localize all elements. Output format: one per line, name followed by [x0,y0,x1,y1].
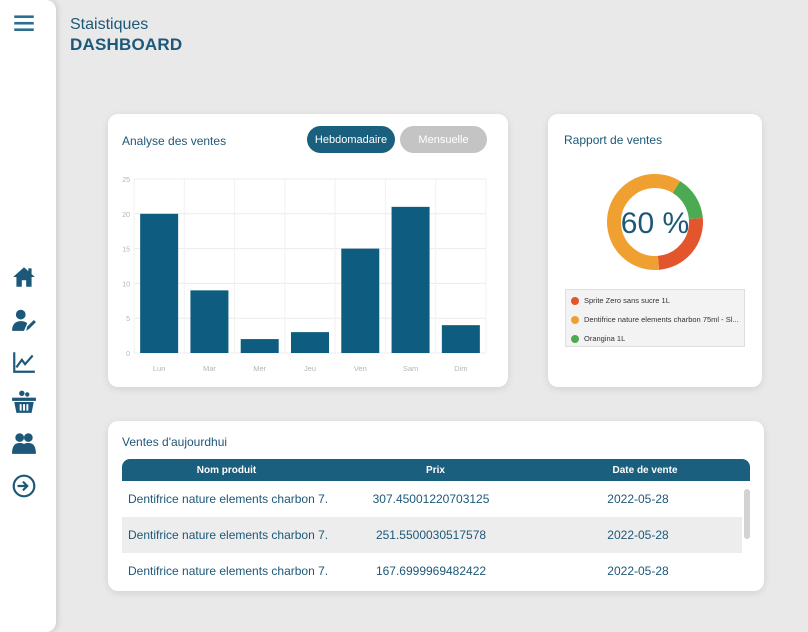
sidebar [0,0,56,632]
today-sales-title: Ventes d'aujourdhui [122,435,228,449]
sales-bar-chart: 0 5 10 15 20 25 Lun Mar Mer Jeu Ven Sam Dim [122,177,487,373]
home-icon[interactable] [9,262,39,292]
chart-line-icon[interactable] [9,347,39,377]
x-tick-label: Lun [153,364,166,373]
column-header-product[interactable]: Nom produit [122,459,331,481]
legend-label: Orangina 1L [584,334,626,343]
bar[interactable] [441,325,480,353]
today-sales-table: Dentifrice nature elements charbon 7... … [122,481,742,589]
column-header-price[interactable]: Prix [331,459,540,481]
cell-date: 2022-05-28 [607,528,669,542]
legend-dot [571,334,579,343]
x-tick-label: Mer [253,364,266,373]
legend-dot [571,296,579,305]
menu-icon[interactable] [9,8,39,38]
table-scrollbar[interactable] [744,489,750,539]
y-tick-label: 5 [126,316,130,323]
table-row[interactable]: Dentifrice nature elements charbon 7... … [122,553,742,589]
x-tick-label: Dim [454,364,467,373]
users-icon[interactable] [9,428,39,458]
cell-price: 167.6999969482422 [375,564,487,578]
y-tick-label: 15 [122,247,130,254]
logout-icon[interactable] [9,471,39,501]
bar[interactable] [341,248,380,353]
donut-center-label: 60 % [621,207,689,240]
cell-price: 307.45001220703125 [372,492,490,506]
bar[interactable] [291,332,329,353]
bar[interactable] [140,213,179,353]
x-tick-label: Ven [354,364,367,373]
bar[interactable] [240,339,279,353]
y-tick-label: 10 [122,281,130,288]
cell-date: 2022-05-28 [607,492,669,506]
basket-icon[interactable] [9,387,39,417]
donut-legend: Sprite Zero sans sucre 1L Dentifrice natu… [565,289,745,347]
column-header-date[interactable]: Date de vente [540,459,750,481]
table-row[interactable]: Dentifrice nature elements charbon 7... … [122,517,742,553]
page-header: Staistiques DASHBOARD [70,16,182,55]
x-tick-label: Mar [203,364,216,373]
bar[interactable] [391,206,430,353]
cell-price: 251.5500030517578 [375,528,487,542]
sales-report-card: Rapport de ventes 60 % Sprite Zero sans … [548,114,762,387]
cell-product: Dentifrice nature elements charbon 7... [128,564,328,578]
user-edit-icon[interactable] [9,305,39,335]
cell-product: Dentifrice nature elements charbon 7... [128,492,328,506]
today-sales-card: Ventes d'aujourdhui Nom produit Prix Dat… [108,421,764,591]
sales-analysis-card: Analyse des ventes Hebdomadaire Mensuell… [108,114,508,387]
sales-report-title: Rapport de ventes [564,133,663,147]
page-subtitle: Staistiques [70,16,149,33]
y-tick-label: 20 [122,212,130,219]
legend-label: Sprite Zero sans sucre 1L [584,296,670,305]
legend-item[interactable]: Sprite Zero sans sucre 1L [566,292,744,309]
x-tick-label: Jeu [304,364,316,373]
y-tick-label: 25 [122,177,130,184]
legend-item[interactable]: Orangina 1L [566,330,744,347]
page-title: DASHBOARD [70,35,183,54]
bar[interactable] [190,290,229,353]
y-tick-label: 0 [126,351,130,358]
cell-date: 2022-05-28 [607,564,669,578]
legend-dot [571,315,579,324]
x-tick-label: Sam [403,364,418,373]
legend-label: Dentifrice nature elements charbon 75ml … [584,315,739,324]
cell-product: Dentifrice nature elements charbon 7... [128,528,328,542]
table-header: Nom produit Prix Date de vente [122,459,750,481]
table-row[interactable]: Dentifrice nature elements charbon 7... … [122,481,742,517]
legend-item[interactable]: Dentifrice nature elements charbon 75ml … [566,311,744,328]
